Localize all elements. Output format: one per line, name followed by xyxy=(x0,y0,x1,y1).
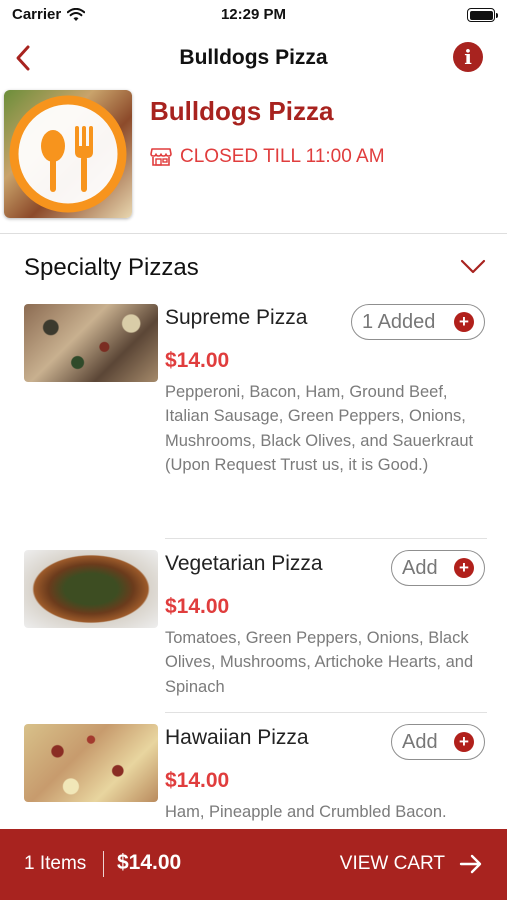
item-description: Pepperoni, Bacon, Ham, Ground Beef, Ital… xyxy=(165,383,474,475)
add-button-label: 1 Added xyxy=(362,310,436,333)
added-button[interactable]: 1 Added + xyxy=(351,304,485,340)
plus-icon: + xyxy=(454,312,474,332)
item-photo xyxy=(24,304,158,382)
item-photo xyxy=(24,724,158,802)
battery-level xyxy=(469,10,493,20)
restaurant-logo xyxy=(4,90,132,218)
view-cart-button[interactable]: VIEW CART xyxy=(340,853,445,875)
item-name: Supreme Pizza xyxy=(165,306,308,329)
item-price: $14.00 xyxy=(165,595,230,618)
plus-icon: + xyxy=(454,558,474,578)
item-name: Hawaiian Pizza xyxy=(165,726,309,749)
battery-icon xyxy=(467,8,498,22)
plus-icon: + xyxy=(454,732,474,752)
item-price: $14.00 xyxy=(165,769,230,792)
status-time: 12:29 PM xyxy=(220,6,287,23)
status-bar: Carrier 12:29 PM xyxy=(0,0,507,30)
navigation-bar: Bulldogs Pizza i xyxy=(0,36,507,80)
menu-item[interactable]: Supreme Pizza $14.00 Pepperoni, Bacon, H… xyxy=(0,302,507,539)
item-divider xyxy=(165,712,487,713)
restaurant-header: Bulldogs Pizza CLOSED TILL 11:00 AM xyxy=(0,88,507,234)
cart-separator xyxy=(103,851,104,877)
add-button[interactable]: Add + xyxy=(391,550,485,586)
item-name: Vegetarian Pizza xyxy=(165,552,323,575)
section-header[interactable]: Specialty Pizzas xyxy=(0,248,507,288)
item-divider xyxy=(165,538,487,539)
utensils-logo xyxy=(9,95,127,213)
cart-item-count: 1 Items xyxy=(24,853,87,874)
cart-bar[interactable]: 1 Items $14.00 VIEW CART xyxy=(0,829,507,900)
restaurant-status: CLOSED TILL 11:00 AM xyxy=(150,146,385,168)
add-button-label: Add xyxy=(402,556,438,579)
nav-title: Bulldogs Pizza xyxy=(179,46,328,69)
cart-total: $14.00 xyxy=(117,851,182,874)
item-price: $14.00 xyxy=(165,349,230,372)
store-icon xyxy=(150,148,172,166)
menu-item[interactable]: Hawaiian Pizza $14.00 Ham, Pineapple and… xyxy=(0,722,507,822)
restaurant-name: Bulldogs Pizza xyxy=(150,96,334,126)
add-button-label: Add xyxy=(402,730,438,753)
chevron-down-icon[interactable] xyxy=(459,256,487,276)
item-description: Tomatoes, Green Peppers, Onions, Black O… xyxy=(165,629,474,696)
item-photo xyxy=(24,550,158,628)
info-icon[interactable]: i xyxy=(453,42,483,72)
menu-item[interactable]: Vegetarian Pizza $14.00 Tomatoes, Green … xyxy=(0,548,507,713)
section-title: Specialty Pizzas xyxy=(24,254,199,281)
add-button[interactable]: Add + xyxy=(391,724,485,760)
arrow-right-icon[interactable] xyxy=(459,853,483,875)
item-description: Ham, Pineapple and Crumbled Bacon. xyxy=(165,803,447,821)
closed-label: CLOSED TILL 11:00 AM xyxy=(180,146,385,167)
